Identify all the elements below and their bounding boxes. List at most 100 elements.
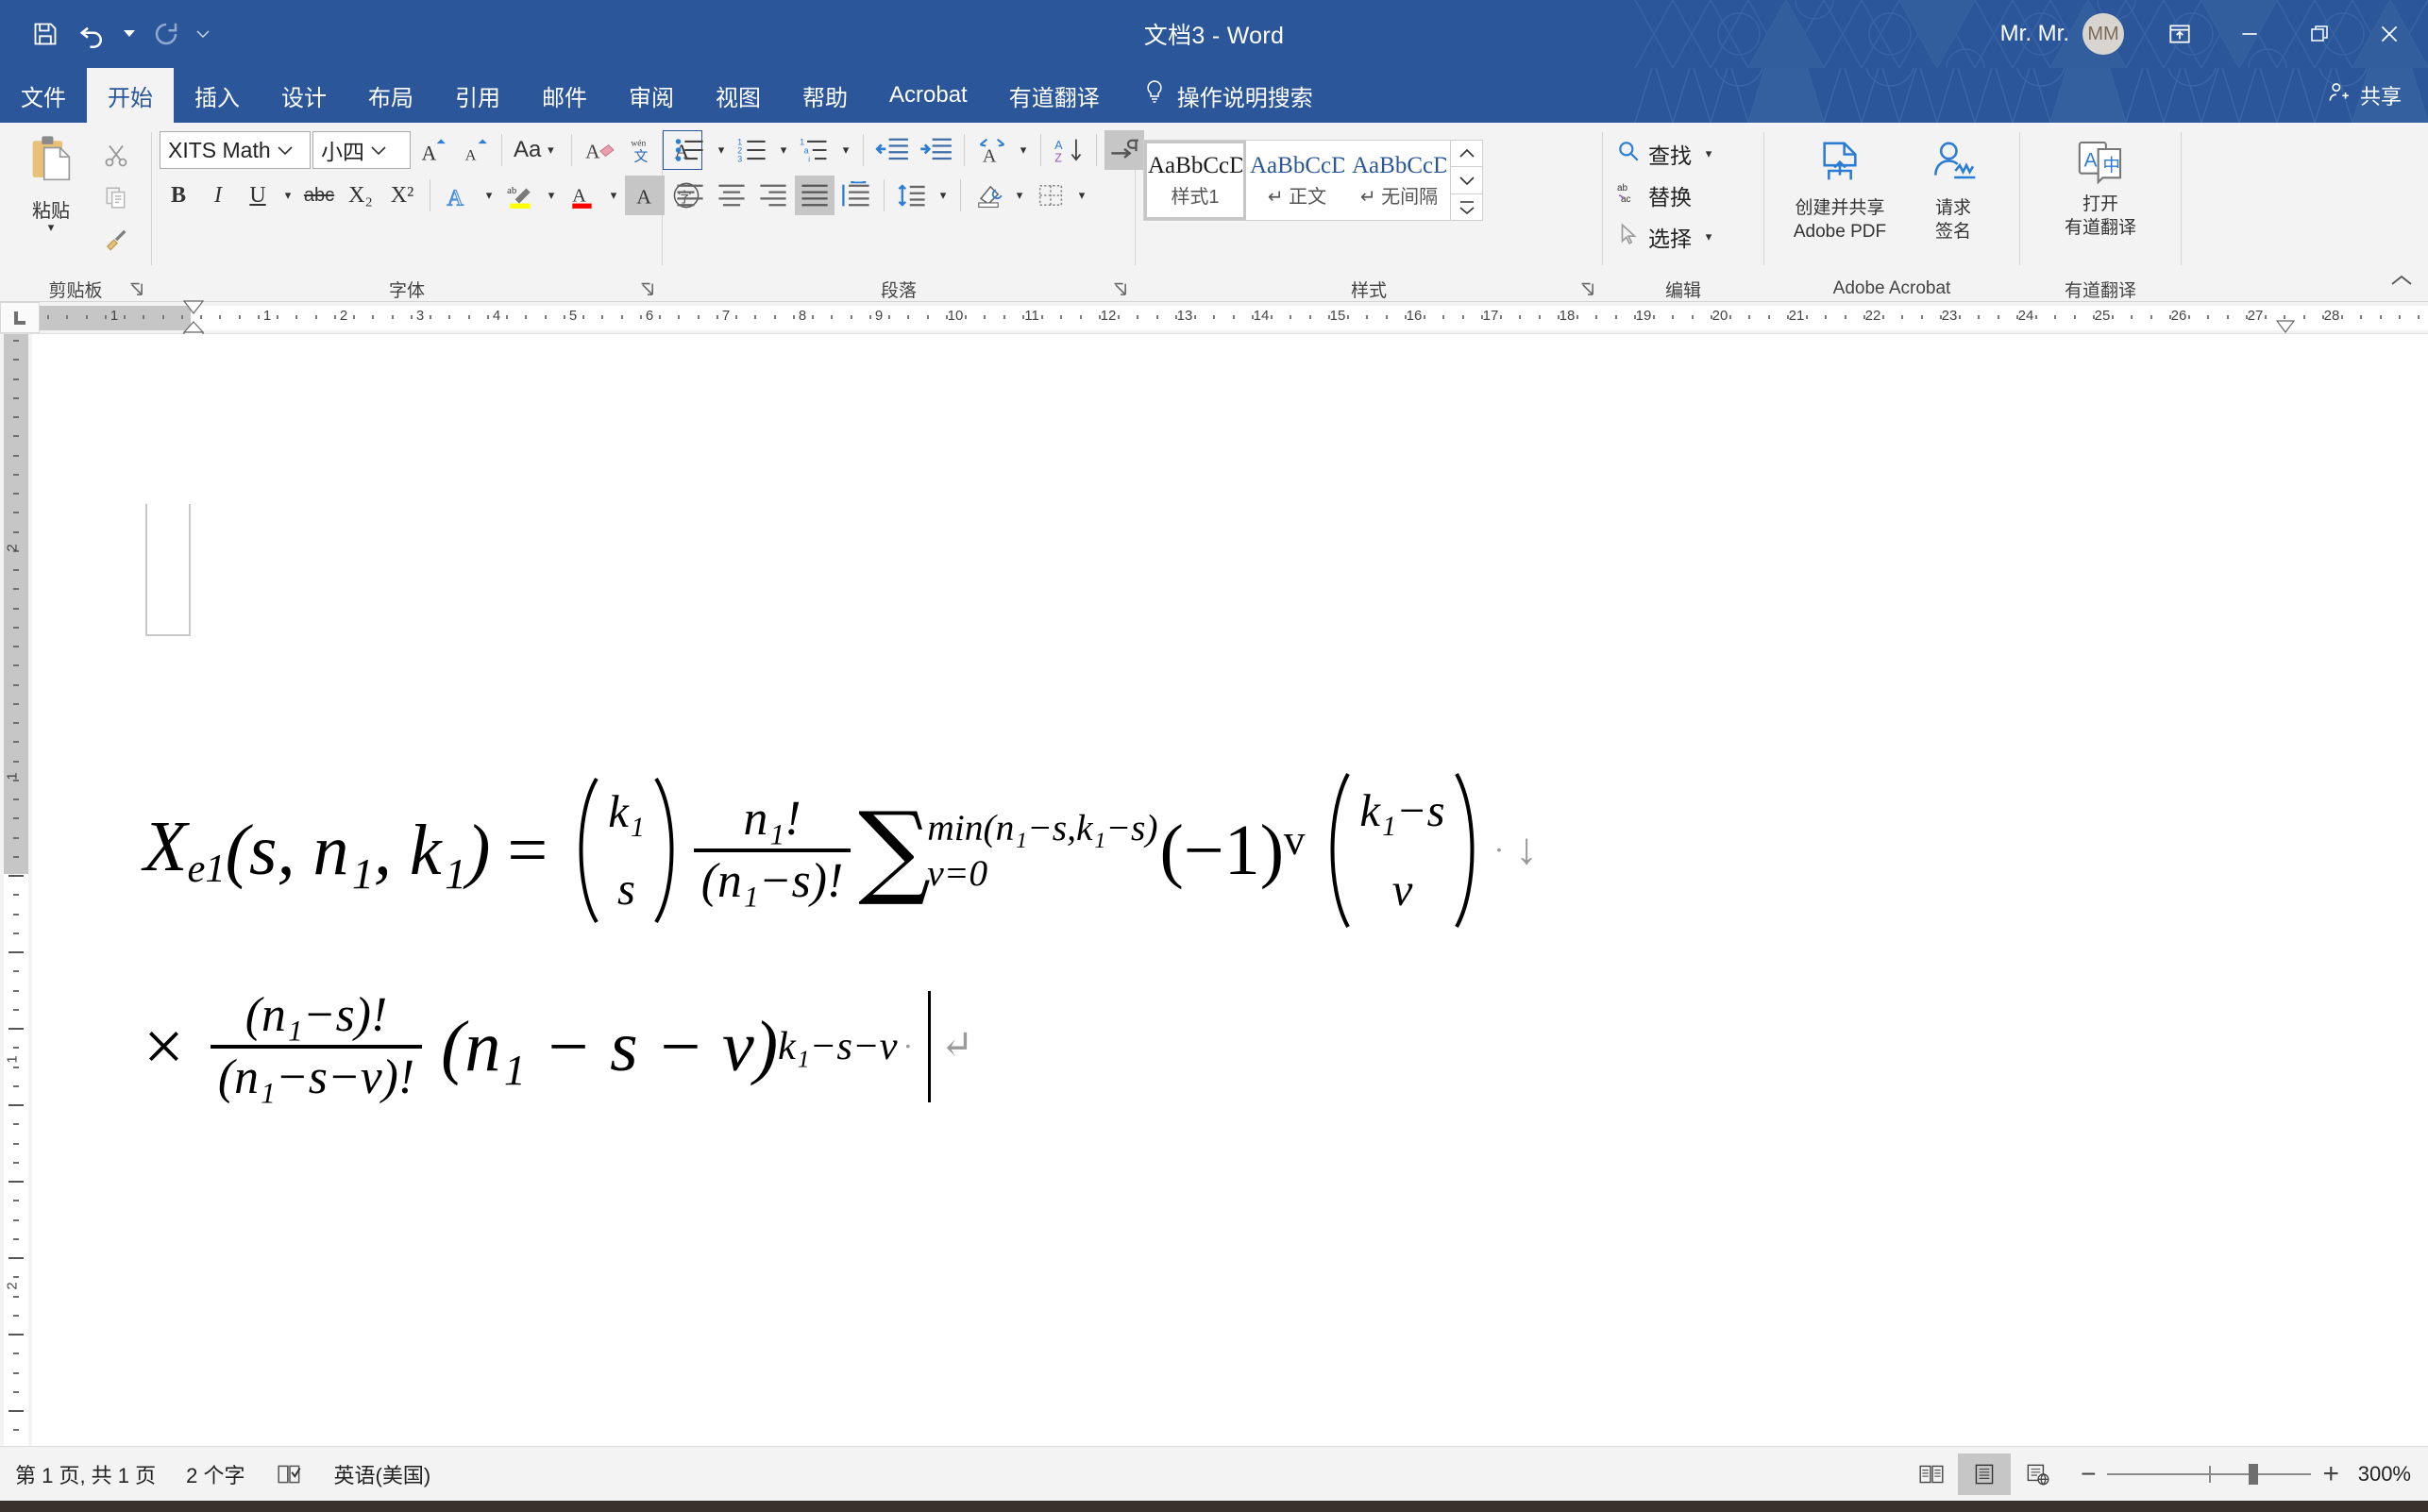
clear-formatting-icon[interactable]: A	[580, 130, 619, 170]
account-name[interactable]: Mr. Mr.	[2000, 21, 2069, 47]
word-count[interactable]: 2 个字	[171, 1459, 260, 1489]
tab-sheji[interactable]: 设计	[261, 68, 347, 123]
copy-icon[interactable]	[94, 177, 138, 217]
vertical-ruler[interactable]: 2 1 1 2	[0, 334, 32, 1446]
paragraph-dialog-launcher-icon[interactable]	[1112, 281, 1129, 298]
undo-dropdown-icon[interactable]	[119, 12, 140, 56]
close-icon[interactable]	[2354, 0, 2424, 68]
align-right-icon[interactable]	[753, 176, 793, 215]
highlight-dropdown-icon[interactable]: ▾	[542, 188, 561, 203]
replace-button[interactable]: ab ac 替换	[1610, 176, 1724, 215]
redo-icon[interactable]	[145, 12, 187, 56]
underline-dropdown-icon[interactable]: ▾	[278, 188, 297, 203]
proofing-errors-icon[interactable]	[261, 1462, 319, 1487]
font-size-combo[interactable]: 小四	[312, 131, 411, 169]
request-signature-button[interactable]: 请求 签名	[1906, 134, 2000, 243]
style-item-2[interactable]: AaBbCcDc ↵ 正文	[1246, 141, 1348, 220]
create-share-pdf-button[interactable]: 创建并共享 Adobe PDF	[1783, 134, 1897, 243]
right-indent-marker[interactable]	[2275, 319, 2296, 334]
view-read-mode-icon[interactable]	[1905, 1453, 1958, 1495]
find-button[interactable]: 查找 ▾	[1610, 134, 1724, 174]
line-spacing-icon[interactable]	[892, 176, 932, 215]
zoom-level[interactable]: 300%	[2356, 1462, 2428, 1487]
bullets-dropdown-icon[interactable]: ▾	[712, 143, 731, 158]
styles-dialog-launcher-icon[interactable]	[1579, 281, 1596, 298]
multilevel-dropdown-icon[interactable]: ▾	[836, 143, 855, 158]
zoom-slider[interactable]	[2107, 1462, 2312, 1487]
sort-icon[interactable]: AZ	[1049, 130, 1088, 170]
text-effects-icon[interactable]: A	[438, 176, 478, 215]
share-button[interactable]: 共享	[2326, 68, 2428, 123]
borders-dropdown-icon[interactable]: ▾	[1072, 188, 1091, 203]
tab-kaishi[interactable]: 开始	[87, 68, 174, 123]
clipboard-dialog-launcher-icon[interactable]	[128, 281, 145, 298]
avatar[interactable]: MM	[2082, 13, 2124, 55]
numbering-dropdown-icon[interactable]: ▾	[774, 143, 793, 158]
tab-stop-selector[interactable]	[0, 302, 40, 333]
character-shading-icon[interactable]: A	[625, 176, 665, 215]
superscript-button[interactable]: X²	[382, 176, 422, 215]
tab-acrobat[interactable]: Acrobat	[868, 68, 988, 123]
minimize-icon[interactable]	[2215, 0, 2285, 68]
change-case-button[interactable]: Aa ▾	[510, 130, 564, 170]
subscript-button[interactable]: X₂	[341, 176, 380, 215]
highlight-icon[interactable]: ab	[500, 176, 540, 215]
cut-icon[interactable]	[94, 136, 138, 176]
zoom-out-button[interactable]: −	[2081, 1459, 2096, 1489]
italic-button[interactable]: I	[199, 176, 237, 215]
styles-scroll-up-icon[interactable]	[1451, 141, 1482, 168]
zoom-slider-knob[interactable]	[2249, 1463, 2259, 1485]
borders-icon[interactable]	[1031, 176, 1071, 215]
cjk-layout-icon[interactable]: A	[972, 130, 1012, 170]
document-page[interactable]: Xe1 (s, n₁, k₁) = k₁ s n₁! (n₁−s)! ∑ min…	[32, 334, 2428, 1446]
shading-dropdown-icon[interactable]: ▾	[1010, 188, 1029, 203]
tab-youjian[interactable]: 邮件	[521, 68, 608, 123]
style-item-1[interactable]: AaBbCcDc 样式1	[1144, 141, 1246, 220]
styles-scroll-down-icon[interactable]	[1451, 167, 1482, 194]
justify-icon[interactable]	[795, 176, 835, 215]
page-info[interactable]: 第 1 页, 共 1 页	[0, 1459, 171, 1489]
tab-youdao-fanyi[interactable]: 有道翻译	[988, 68, 1121, 123]
font-dialog-launcher-icon[interactable]	[639, 281, 656, 298]
tab-shitu[interactable]: 视图	[695, 68, 782, 123]
save-icon[interactable]	[25, 12, 66, 56]
style-item-3[interactable]: AaBbCcDc ↵ 无间隔	[1348, 141, 1450, 220]
chevron-down-icon[interactable]	[271, 145, 299, 156]
find-dropdown-icon[interactable]: ▾	[1699, 146, 1718, 161]
bold-button[interactable]: B	[160, 176, 197, 215]
tab-wenjian[interactable]: 文件	[0, 68, 87, 123]
undo-icon[interactable]	[72, 12, 113, 56]
underline-button[interactable]: U	[239, 176, 277, 215]
select-button[interactable]: 选择 ▾	[1610, 217, 1724, 257]
font-color-dropdown-icon[interactable]: ▾	[604, 188, 623, 203]
multilevel-list-icon[interactable]: 1ai	[795, 130, 835, 170]
phonetic-guide-icon[interactable]: wén 文	[621, 130, 661, 170]
tab-bangzhu[interactable]: 帮助	[782, 68, 868, 123]
ribbon-display-options-icon[interactable]	[2145, 0, 2215, 68]
view-web-layout-icon[interactable]	[2011, 1453, 2064, 1495]
paste-dropdown-icon[interactable]: ▾	[48, 221, 55, 233]
tab-shenyue[interactable]: 审阅	[608, 68, 695, 123]
grow-font-icon[interactable]: A	[413, 130, 452, 170]
strikethrough-button[interactable]: abc	[299, 176, 339, 215]
customize-qat-icon[interactable]	[193, 12, 213, 56]
text-effects-dropdown-icon[interactable]: ▾	[480, 188, 498, 203]
decrease-indent-icon[interactable]	[871, 130, 913, 170]
equation-content[interactable]: Xe1 (s, n₁, k₁) = k₁ s n₁! (n₁−s)! ∑ min…	[143, 770, 2315, 1105]
increase-indent-icon[interactable]	[915, 130, 956, 170]
tab-buju[interactable]: 布局	[347, 68, 434, 123]
bullets-icon[interactable]	[670, 130, 710, 170]
styles-scroll[interactable]	[1450, 141, 1482, 220]
line-spacing-dropdown-icon[interactable]: ▾	[934, 188, 953, 203]
tab-charu[interactable]: 插入	[174, 68, 261, 123]
chevron-down-icon[interactable]	[364, 145, 393, 156]
styles-gallery[interactable]: AaBbCcDc 样式1 AaBbCcDc ↵ 正文 AaBbCcDc ↵ 无间…	[1143, 140, 1483, 221]
shading-icon[interactable]	[969, 176, 1008, 215]
zoom-in-button[interactable]: +	[2322, 1458, 2339, 1490]
chevron-down-icon[interactable]: ▾	[541, 143, 560, 158]
zoom-control[interactable]: − +	[2064, 1458, 2356, 1490]
align-center-icon[interactable]	[712, 176, 751, 215]
paste-button[interactable]: 粘贴 ▾	[8, 130, 94, 233]
shrink-font-icon[interactable]: A	[454, 130, 494, 170]
tab-yinyong[interactable]: 引用	[434, 68, 521, 123]
